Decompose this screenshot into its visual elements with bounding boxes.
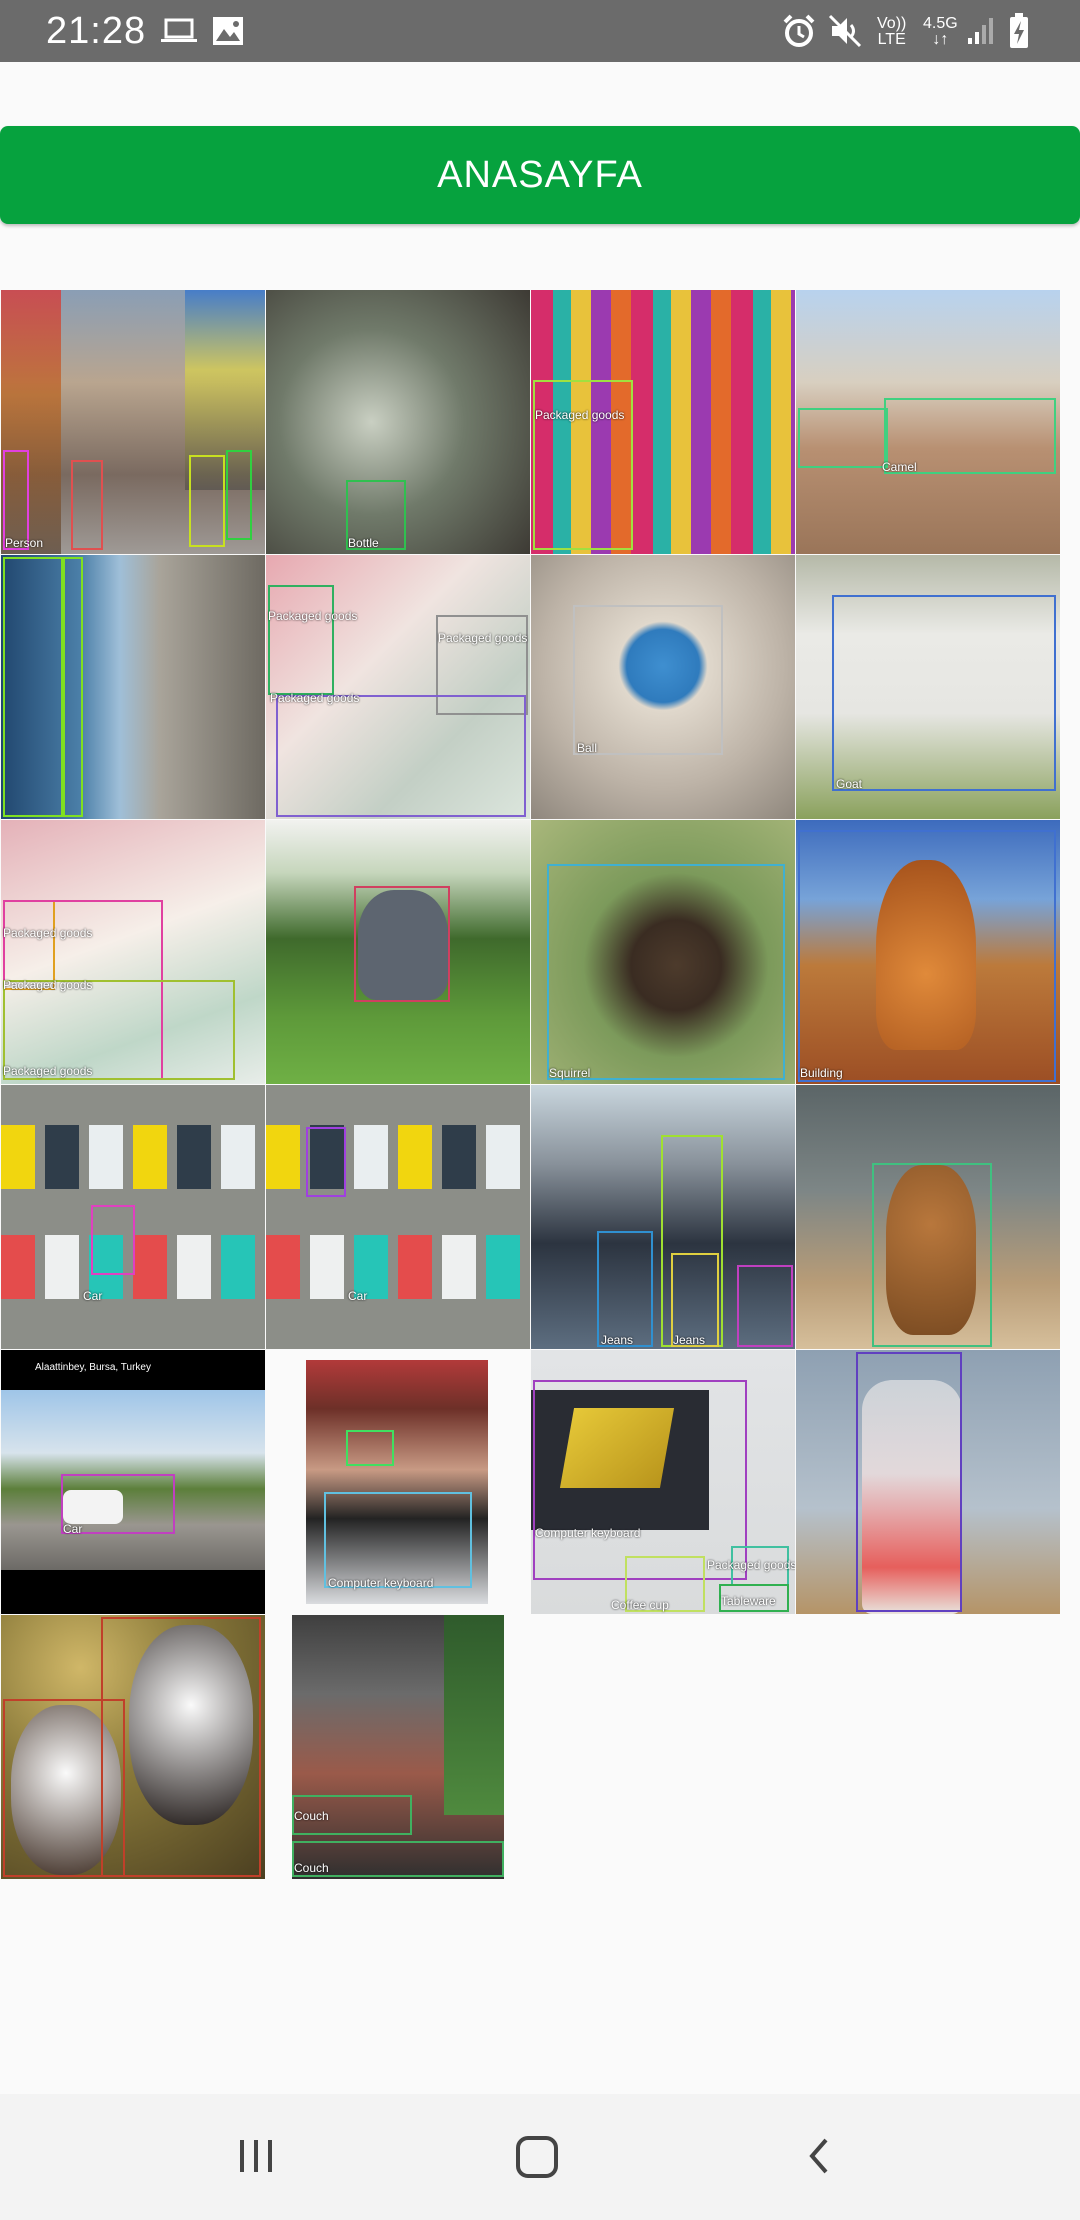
bbox-person xyxy=(737,1265,793,1347)
bbox-sculpture xyxy=(354,886,450,1002)
bbox-ball xyxy=(573,605,723,755)
bbox-building xyxy=(63,557,83,817)
bbox-label: Packaged goods xyxy=(268,609,358,623)
bbox-label: Tableware xyxy=(721,1594,776,1608)
image-tile-cat[interactable] xyxy=(796,1085,1060,1349)
bbox-packaged-goods xyxy=(268,585,334,695)
bbox-label: Packaged goods xyxy=(438,631,528,645)
bbox-label: Couch xyxy=(294,1861,329,1875)
mute-icon xyxy=(828,14,862,48)
back-icon[interactable] xyxy=(800,2136,840,2176)
bbox-person xyxy=(346,1430,394,1466)
bbox-label: Packaged goods xyxy=(270,691,360,705)
bbox-camel xyxy=(798,408,888,468)
image-tile-laptop-desk[interactable]: Computer keyboard Coffee cup Packaged go… xyxy=(531,1350,795,1614)
bbox-label: Building xyxy=(800,1066,843,1080)
bbox-car xyxy=(91,1205,135,1275)
bbox-label: Ball xyxy=(577,741,598,755)
bbox-building xyxy=(798,830,1056,1082)
bbox-goat xyxy=(832,595,1056,791)
forklift-caption: Alaattinbey, Bursa, Turkey xyxy=(35,1362,151,1373)
bbox-label: Camel xyxy=(882,460,917,474)
bbox-squirrel xyxy=(547,864,785,1080)
image-tile-fabrics[interactable]: Packaged goods xyxy=(531,290,795,554)
status-time: 21:28 xyxy=(46,10,147,52)
bbox-car xyxy=(306,1127,346,1197)
bbox-label: Bottle xyxy=(348,536,379,550)
recent-apps-icon[interactable] xyxy=(234,2136,278,2176)
bbox-label: Computer keyboard xyxy=(535,1526,641,1540)
anasayfa-button[interactable]: ANASAYFA xyxy=(0,126,1080,224)
image-tile-goat[interactable]: Goat xyxy=(796,555,1060,819)
bbox-label: Packaged goods xyxy=(3,978,93,992)
image-tile-street[interactable]: Person xyxy=(1,290,265,554)
image-tile-teapot[interactable]: Building xyxy=(796,820,1060,1084)
bbox-label: Packaged goods xyxy=(3,926,93,940)
bbox-keyboard xyxy=(533,1380,747,1580)
bbox-jeans xyxy=(597,1231,653,1347)
detection-image-grid: Person Bottle Packaged goods Camel Packa… xyxy=(0,288,1060,1879)
image-tile-money-pen[interactable]: Packaged goods Packaged goods Packaged g… xyxy=(1,820,265,1084)
bbox-keyboard xyxy=(324,1492,472,1588)
bbox-label: Jeans xyxy=(601,1333,634,1347)
image-tile-money-notebook[interactable]: Packaged goods Packaged goods Packaged g… xyxy=(266,555,530,819)
system-nav-bar xyxy=(0,2094,1080,2220)
bbox-dog xyxy=(101,1617,261,1877)
bbox-building xyxy=(3,557,63,817)
bbox-label: Jeans xyxy=(673,1333,706,1347)
image-tile-sculpture[interactable] xyxy=(266,820,530,1084)
image-tile-bottle[interactable] xyxy=(796,1350,1060,1614)
image-icon xyxy=(213,17,243,45)
bbox-label: Car xyxy=(83,1289,103,1303)
image-tile-cars-2[interactable]: Car xyxy=(266,1085,530,1349)
bbox-label: Packaged goods xyxy=(535,408,625,422)
bbox-label: Squirrel xyxy=(549,1066,591,1080)
image-tile-men[interactable]: Jeans Jeans xyxy=(531,1085,795,1349)
bbox-label: Car xyxy=(63,1522,83,1536)
image-tile-garbage[interactable]: Bottle xyxy=(266,290,530,554)
alarm-icon xyxy=(783,14,815,47)
bbox-label: Couch xyxy=(294,1809,329,1823)
volte-icon: Vo)) LTE xyxy=(877,15,907,48)
image-tile-statue[interactable] xyxy=(1,555,265,819)
bbox-cat xyxy=(872,1163,992,1347)
bbox-bottle xyxy=(856,1352,962,1612)
battery-charging-icon xyxy=(1010,13,1028,48)
bbox-label: Packaged goods xyxy=(707,1558,795,1572)
bbox-person xyxy=(71,460,103,550)
laptop-icon xyxy=(161,18,197,42)
image-tile-forklift[interactable]: Alaattinbey, Bursa, Turkey Car xyxy=(1,1350,265,1614)
bbox-packaged-goods xyxy=(533,380,633,550)
bbox-person xyxy=(3,450,29,550)
image-tile-laptop-person[interactable]: Computer keyboard xyxy=(266,1350,530,1614)
image-tile-squirrel[interactable]: Squirrel xyxy=(531,820,795,1084)
image-tile-camels[interactable]: Camel xyxy=(796,290,1060,554)
home-icon[interactable] xyxy=(514,2134,560,2180)
image-tile-cars-1[interactable]: Car xyxy=(1,1085,265,1349)
bbox-label: Packaged goods xyxy=(3,1064,93,1078)
bbox-label: Car xyxy=(348,1289,368,1303)
bbox-person xyxy=(189,455,225,547)
status-bar: 21:28 Vo)) LTE 4.5G ↓↑ xyxy=(0,0,1080,62)
image-tile-dogs[interactable] xyxy=(1,1615,265,1879)
image-tile-globe[interactable]: Ball xyxy=(531,555,795,819)
bbox-packaged-goods xyxy=(276,695,526,817)
bbox-person xyxy=(226,450,252,540)
bbox-label: Goat xyxy=(836,777,863,791)
data-45g-icon: 4.5G ↓↑ xyxy=(923,15,958,48)
bbox-label: Computer keyboard xyxy=(328,1576,434,1590)
bbox-label: Person xyxy=(5,536,44,550)
image-tile-cafe[interactable]: Couch Couch xyxy=(266,1615,530,1879)
bbox-label: Coffee cup xyxy=(611,1598,669,1612)
signal-icon xyxy=(968,18,993,44)
